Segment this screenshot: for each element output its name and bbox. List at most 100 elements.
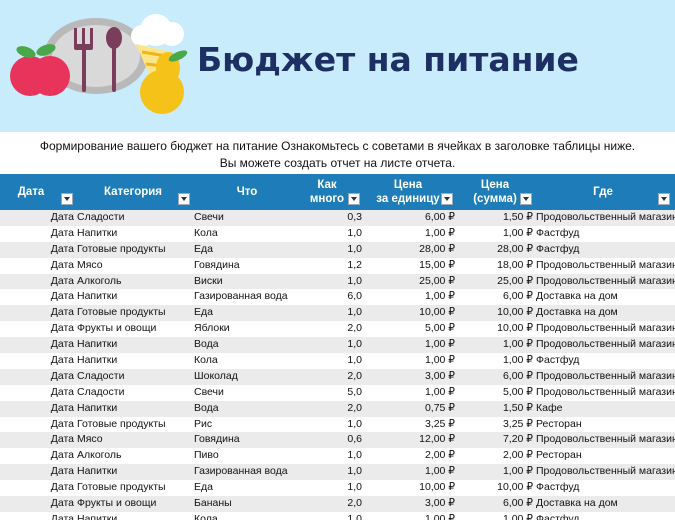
table-row[interactable]: Дата Готовые продукты Еда 1,0 10,00 ₽ 10,00 ₽…	[0, 480, 675, 496]
cell-category[interactable]: Готовые продукты	[77, 481, 166, 493]
cell-qty[interactable]: 6,0	[347, 290, 362, 302]
cell-category[interactable]: Напитки	[77, 338, 117, 350]
cell-where[interactable]: Фастфуд	[536, 481, 579, 493]
cell-category[interactable]: Напитки	[77, 227, 117, 239]
cell-date[interactable]: Дата	[51, 433, 74, 445]
cell-qty[interactable]: 1,0	[347, 227, 362, 239]
cell-total[interactable]: 7,20 ₽	[503, 433, 533, 445]
cell-qty[interactable]: 0,6	[347, 433, 362, 445]
cell-total[interactable]: 6,00 ₽	[503, 370, 533, 382]
cell-what[interactable]: Газированная вода	[194, 465, 288, 477]
table-row[interactable]: Дата Мясо Говядина 0,6 12,00 ₽ 7,20 ₽ Продовол…	[0, 432, 675, 449]
cell-what[interactable]: Газированная вода	[194, 290, 288, 302]
cell-total[interactable]: 28,00 ₽	[497, 243, 533, 255]
table-row[interactable]: Дата Алкоголь Пиво 1,0 2,00 ₽2,00 ₽ Ресторан	[0, 448, 675, 464]
table-row[interactable]: Дата Напитки Кола 1,0 1,00 ₽1,00 ₽ Фастфуд	[0, 353, 675, 369]
cell-price[interactable]: 25,00 ₽	[419, 275, 455, 287]
cell-total[interactable]: 6,00 ₽	[503, 497, 533, 509]
cell-date[interactable]: Дата	[51, 386, 74, 398]
cell-price[interactable]: 28,00 ₽	[419, 243, 455, 255]
cell-where[interactable]: Ресторан	[536, 418, 582, 430]
cell-qty[interactable]: 2,0	[347, 370, 362, 382]
cell-qty[interactable]: 5,0	[347, 386, 362, 398]
cell-price[interactable]: 1,00 ₽	[425, 354, 455, 366]
cell-category[interactable]: Сладости	[77, 211, 124, 223]
cell-qty[interactable]: 2,0	[347, 497, 362, 509]
cell-where[interactable]: Продовольственный магазин	[536, 433, 675, 445]
cell-where[interactable]: Ресторан	[536, 449, 582, 461]
cell-what[interactable]: Вода	[194, 402, 219, 414]
cell-date[interactable]: Дата	[51, 290, 74, 302]
cell-where[interactable]: Кафе	[536, 402, 562, 414]
cell-total[interactable]: 1,50 ₽	[503, 402, 533, 414]
cell-price[interactable]: 10,00 ₽	[419, 306, 455, 318]
cell-qty[interactable]: 1,0	[347, 354, 362, 366]
table-row[interactable]: Дата Напитки Вода 1,0 1,00 ₽1,00 ₽ Продовольс…	[0, 337, 675, 354]
cell-where[interactable]: Продовольственный магазин	[536, 259, 675, 271]
cell-price[interactable]: 1,00 ₽	[425, 386, 455, 398]
cell-date[interactable]: Дата	[51, 465, 74, 477]
table-row[interactable]: Дата Напитки Вода 2,0 0,75 ₽ 1,50 ₽ Кафе	[0, 400, 675, 417]
cell-category[interactable]: Напитки	[77, 513, 117, 520]
cell-price[interactable]: 1,00 ₽	[425, 227, 455, 239]
filter-dropdown-where-icon[interactable]	[658, 193, 670, 205]
table-row[interactable]: Дата Фрукты и овощи Яблоки 2,0 5,00 ₽ 10,00 ₽…	[0, 321, 675, 337]
cell-date[interactable]: Дата	[51, 211, 74, 223]
cell-category[interactable]: Мясо	[77, 433, 103, 445]
cell-qty[interactable]: 1,0	[347, 465, 362, 477]
cell-what[interactable]: Пиво	[194, 449, 219, 461]
cell-where[interactable]: Продовольственный магазин	[536, 211, 675, 223]
cell-what[interactable]: Говядина	[194, 259, 240, 271]
cell-qty[interactable]: 1,0	[347, 275, 362, 287]
cell-total[interactable]: 1,00 ₽	[503, 227, 533, 239]
cell-price[interactable]: 15,00 ₽	[419, 259, 455, 271]
column-header-qty[interactable]: Как много	[296, 174, 358, 210]
table-row[interactable]: Дата Сладости Шоколад 2,0 3,00 ₽ 6,00 ₽ Продов…	[0, 368, 675, 385]
cell-where[interactable]: Фастфуд	[536, 227, 579, 239]
cell-qty[interactable]: 1,0	[347, 306, 362, 318]
table-row[interactable]: Дата Напитки Газированная вода 6,0 1,00 ₽ 6,0…	[0, 289, 675, 305]
table-row[interactable]: Дата Готовые продукты Рис 1,0 3,25 ₽3,25 ₽ Ре…	[0, 417, 675, 433]
cell-price[interactable]: 1,00 ₽	[425, 338, 455, 350]
cell-qty[interactable]: 2,0	[347, 402, 362, 414]
cell-qty[interactable]: 1,0	[347, 338, 362, 350]
cell-category[interactable]: Сладости	[77, 370, 124, 382]
cell-category[interactable]: Алкоголь	[77, 449, 122, 461]
cell-date[interactable]: Дата	[51, 370, 74, 382]
cell-price[interactable]: 3,00 ₽	[425, 370, 455, 382]
cell-total[interactable]: 1,00 ₽	[503, 354, 533, 366]
cell-price[interactable]: 12,00 ₽	[419, 433, 455, 445]
filter-dropdown-category-icon[interactable]	[178, 193, 190, 205]
cell-date[interactable]: Дата	[51, 322, 74, 334]
cell-date[interactable]: Дата	[51, 513, 74, 520]
cell-what[interactable]: Еда	[194, 481, 213, 493]
cell-price[interactable]: 3,25 ₽	[425, 418, 455, 430]
cell-category[interactable]: Напитки	[77, 290, 117, 302]
cell-qty[interactable]: 1,0	[347, 513, 362, 520]
cell-price[interactable]: 3,00 ₽	[425, 497, 455, 509]
cell-what[interactable]: Кола	[194, 354, 218, 366]
column-header-date[interactable]: Дата	[0, 174, 62, 210]
cell-what[interactable]: Еда	[194, 243, 213, 255]
cell-category[interactable]: Мясо	[77, 259, 103, 271]
cell-what[interactable]: Шоколад	[194, 370, 238, 382]
cell-what[interactable]: Бананы	[194, 497, 232, 509]
cell-date[interactable]: Дата	[51, 402, 74, 414]
cell-where[interactable]: Продовольственный магазин	[536, 275, 675, 287]
cell-date[interactable]: Дата	[51, 227, 74, 239]
cell-price[interactable]: 1,00 ₽	[425, 513, 455, 520]
cell-where[interactable]: Доставка на дом	[536, 290, 618, 302]
cell-total[interactable]: 2,00 ₽	[503, 449, 533, 461]
column-header-what[interactable]: Что	[193, 174, 301, 210]
table-row[interactable]: Дата Мясо Говядина 1,2 15,00 ₽ 18,00 ₽ Продово…	[0, 258, 675, 274]
cell-qty[interactable]: 2,0	[347, 322, 362, 334]
cell-category[interactable]: Напитки	[77, 465, 117, 477]
cell-price[interactable]: 0,75 ₽	[425, 402, 455, 414]
table-row[interactable]: Дата Готовые продукты Еда 1,0 10,00 ₽ 10,00 ₽…	[0, 305, 675, 322]
table-row[interactable]: Дата Алкоголь Виски 1,0 25,00 ₽25,00 ₽ Продов…	[0, 273, 675, 290]
cell-category[interactable]: Алкоголь	[77, 275, 122, 287]
cell-where[interactable]: Доставка на дом	[536, 306, 618, 318]
cell-what[interactable]: Говядина	[194, 433, 240, 445]
filter-dropdown-date-icon[interactable]	[61, 193, 73, 205]
cell-qty[interactable]: 1,0	[347, 243, 362, 255]
